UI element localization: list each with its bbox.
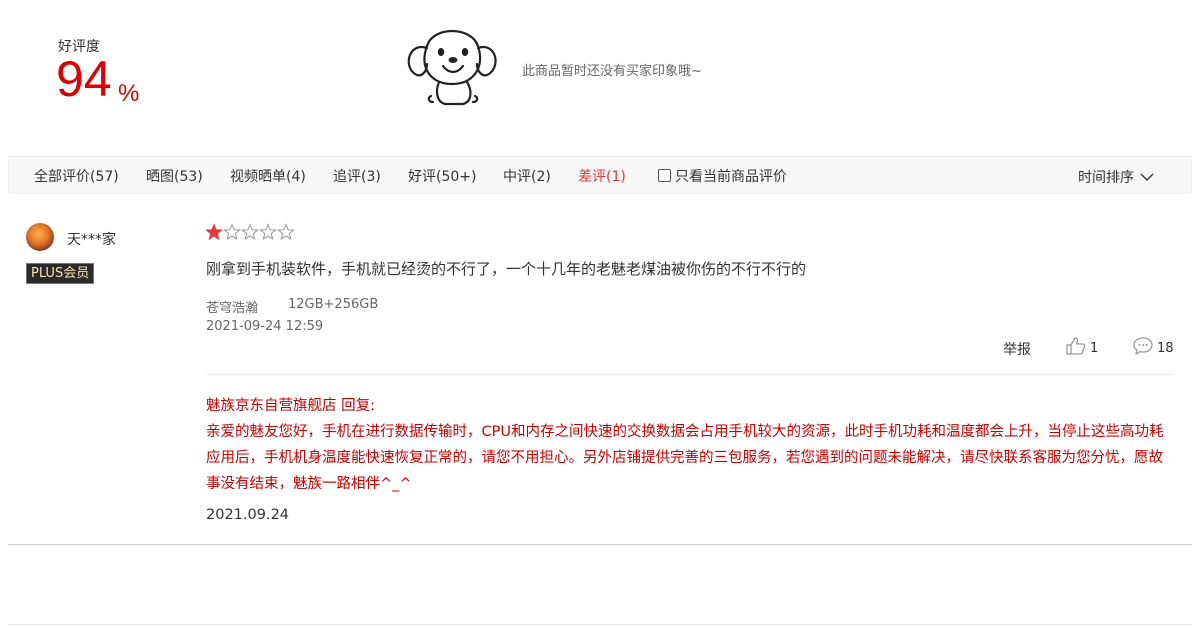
- star-empty-icon: [223, 223, 241, 241]
- sort-by-time-dropdown[interactable]: 时间排序: [1078, 167, 1158, 187]
- empty-impression-message: 此商品暂时还没有买家印象哦~: [522, 64, 702, 79]
- comment-count: 18: [1157, 341, 1174, 356]
- filter-current-product[interactable]: 只看当前商品评价: [658, 166, 787, 186]
- review-text: 刚拿到手机装软件，手机就已经烫的不行了，一个十几年的老魅老煤油被你伤的不行不行的: [206, 260, 807, 278]
- review-time: 2021-09-24 12:59: [206, 319, 324, 334]
- seller-reply: 魅族京东自营旗舰店 回复: 亲爱的魅友您好，手机在进行数据传输时，CPU和内存之…: [206, 393, 1176, 497]
- divider: [206, 374, 1174, 375]
- star-rating: [206, 223, 295, 241]
- seller-reply-date: 2021.09.24: [206, 507, 290, 523]
- reviewer-name: 天***家: [67, 232, 116, 248]
- comment-button[interactable]: 18: [1133, 337, 1174, 356]
- seller-reply-header: 魅族京东自营旗舰店 回复:: [206, 398, 375, 414]
- filter-current-label: 只看当前商品评价: [675, 169, 787, 185]
- tab-all[interactable]: 全部评价(57): [34, 166, 119, 186]
- star-filled-icon: [206, 223, 223, 241]
- rating-value: 94: [56, 51, 112, 107]
- product-variant: 苍穹浩瀚: [206, 301, 259, 316]
- seller-reply-text: 亲爱的魅友您好，手机在进行数据传输时，CPU和内存之间快速的交换数据会占用手机较…: [206, 424, 1164, 492]
- tab-followup[interactable]: 追评(3): [333, 166, 381, 186]
- star-empty-icon: [277, 223, 295, 241]
- comment-bubble-icon: [1133, 337, 1153, 355]
- bottom-divider: [8, 624, 1192, 625]
- plus-member-badge: PLUS会员: [26, 263, 95, 284]
- star-empty-icon: [259, 223, 277, 241]
- tab-positive[interactable]: 好评(50+): [408, 166, 476, 186]
- filter-checkbox[interactable]: [658, 169, 671, 182]
- tab-neutral[interactable]: 中评(2): [503, 166, 551, 186]
- like-count: 1: [1090, 341, 1099, 356]
- tab-negative[interactable]: 差评(1): [578, 166, 626, 186]
- tab-videos[interactable]: 视频晒单(4): [230, 166, 306, 186]
- rating-unit: %: [118, 80, 140, 107]
- tab-photos[interactable]: 晒图(53): [146, 166, 203, 186]
- avatar[interactable]: [26, 223, 54, 251]
- report-button[interactable]: 举报: [1003, 339, 1031, 359]
- mascot-dog-icon: [407, 30, 497, 106]
- product-spec: 12GB+256GB: [288, 297, 379, 312]
- chevron-down-icon: [1140, 173, 1154, 181]
- review-divider: [8, 544, 1192, 545]
- star-empty-icon: [241, 223, 259, 241]
- thumbs-up-icon: [1066, 337, 1086, 355]
- sort-label: 时间排序: [1078, 170, 1134, 186]
- like-button[interactable]: 1: [1066, 337, 1098, 356]
